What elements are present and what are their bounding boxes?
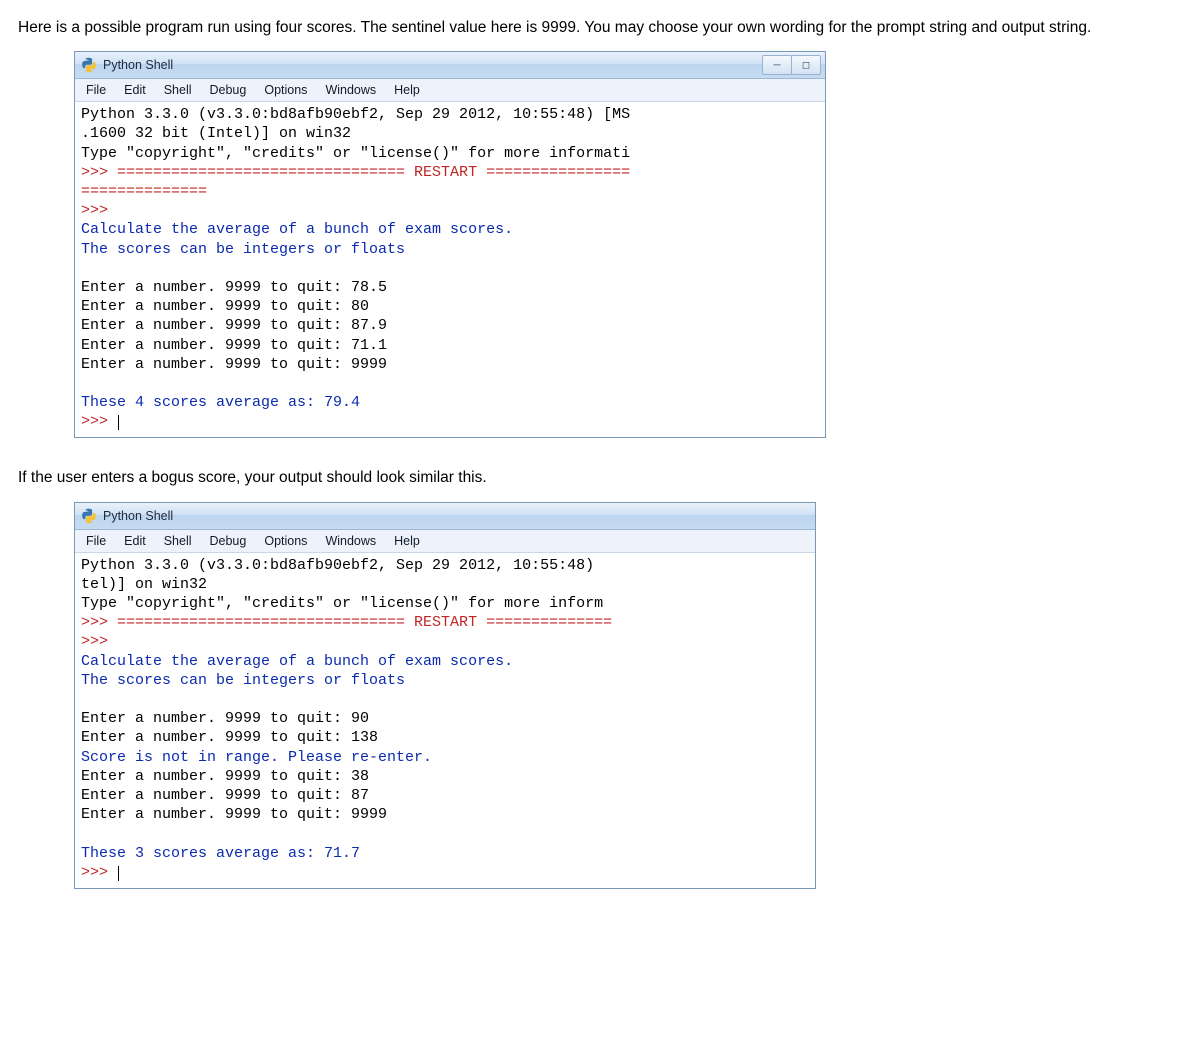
minimize-button[interactable]: ─	[762, 55, 792, 75]
input-line: Enter a number. 9999 to quit: 71.1	[81, 337, 387, 354]
titlebar: Python Shell ─ ◻	[75, 52, 825, 79]
banner-line: Python 3.3.0 (v3.3.0:bd8afb90ebf2, Sep 2…	[81, 106, 630, 123]
maximize-button[interactable]: ◻	[791, 55, 821, 75]
menu-edit[interactable]: Edit	[115, 81, 155, 99]
banner-line: Type "copyright", "credits" or "license(…	[81, 145, 630, 162]
titlebar: Python Shell	[75, 503, 815, 530]
menu-help[interactable]: Help	[385, 81, 429, 99]
intro-text: Here is a possible program run using fou…	[18, 16, 1182, 39]
menu-help[interactable]: Help	[385, 532, 429, 550]
python-shell-window-1: Python Shell ─ ◻ File Edit Shell Debug O…	[74, 51, 826, 438]
banner-line: Python 3.3.0 (v3.3.0:bd8afb90ebf2, Sep 2…	[81, 557, 594, 574]
banner-line: .1600 32 bit (Intel)] on win32	[81, 125, 351, 142]
python-shell-window-2: Python Shell File Edit Shell Debug Optio…	[74, 502, 816, 889]
menu-windows[interactable]: Windows	[316, 532, 385, 550]
menu-debug[interactable]: Debug	[201, 81, 256, 99]
result-line: These 4 scores average as: 79.4	[81, 394, 360, 411]
output-line: The scores can be integers or floats	[81, 672, 405, 689]
output-line: Calculate the average of a bunch of exam…	[81, 653, 513, 670]
menu-debug[interactable]: Debug	[201, 532, 256, 550]
menubar: File Edit Shell Debug Options Windows He…	[75, 530, 815, 553]
banner-line: tel)] on win32	[81, 576, 207, 593]
prompt: >>>	[81, 864, 117, 881]
menubar: File Edit Shell Debug Options Windows He…	[75, 79, 825, 102]
output-line: The scores can be integers or floats	[81, 241, 405, 258]
restart-line: >>> ================================ RES…	[81, 614, 612, 631]
mid-text: If the user enters a bogus score, your o…	[18, 466, 1182, 489]
restart-line: >>> ================================ RES…	[81, 164, 630, 181]
console-output-1: Python 3.3.0 (v3.3.0:bd8afb90ebf2, Sep 2…	[75, 102, 825, 437]
menu-file[interactable]: File	[77, 532, 115, 550]
input-line: Enter a number. 9999 to quit: 138	[81, 729, 378, 746]
menu-shell[interactable]: Shell	[155, 81, 201, 99]
input-line: Enter a number. 9999 to quit: 38	[81, 768, 369, 785]
banner-line: Type "copyright", "credits" or "license(…	[81, 595, 603, 612]
menu-file[interactable]: File	[77, 81, 115, 99]
minimize-icon: ─	[773, 60, 780, 71]
input-line: Enter a number. 9999 to quit: 87	[81, 787, 369, 804]
menu-windows[interactable]: Windows	[316, 81, 385, 99]
input-line: Enter a number. 9999 to quit: 9999	[81, 356, 387, 373]
input-line: Enter a number. 9999 to quit: 80	[81, 298, 369, 315]
result-line: These 3 scores average as: 71.7	[81, 845, 360, 862]
menu-options[interactable]: Options	[255, 532, 316, 550]
python-icon	[81, 57, 97, 73]
prompt: >>>	[81, 202, 117, 219]
menu-shell[interactable]: Shell	[155, 532, 201, 550]
menu-options[interactable]: Options	[255, 81, 316, 99]
input-line: Enter a number. 9999 to quit: 9999	[81, 806, 387, 823]
text-cursor-icon	[118, 415, 119, 430]
python-icon	[81, 508, 97, 524]
restart-line: ==============	[81, 183, 207, 200]
input-line: Enter a number. 9999 to quit: 78.5	[81, 279, 387, 296]
prompt: >>>	[81, 413, 117, 430]
titlebar-title: Python Shell	[103, 58, 763, 72]
text-cursor-icon	[118, 866, 119, 881]
input-line: Enter a number. 9999 to quit: 90	[81, 710, 369, 727]
output-line: Calculate the average of a bunch of exam…	[81, 221, 513, 238]
error-line: Score is not in range. Please re-enter.	[81, 749, 432, 766]
titlebar-title: Python Shell	[103, 509, 811, 523]
menu-edit[interactable]: Edit	[115, 532, 155, 550]
console-output-2: Python 3.3.0 (v3.3.0:bd8afb90ebf2, Sep 2…	[75, 553, 815, 888]
prompt: >>>	[81, 633, 117, 650]
maximize-icon: ◻	[802, 60, 810, 71]
input-line: Enter a number. 9999 to quit: 87.9	[81, 317, 387, 334]
window-controls: ─ ◻	[763, 55, 821, 75]
